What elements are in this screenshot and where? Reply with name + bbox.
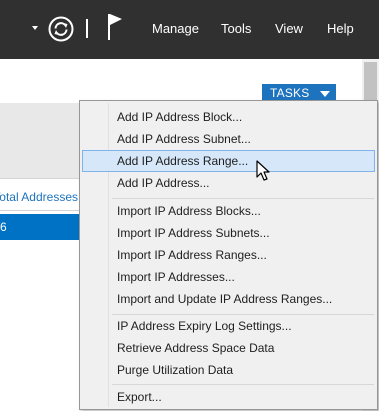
menu-item-add-ip-address-subnet[interactable]: Add IP Address Subnet... [82,128,375,150]
menu-item-retrieve-address-space-data[interactable]: Retrieve Address Space Data [82,337,375,359]
menu-item-import-ip-address-ranges[interactable]: Import IP Address Ranges... [82,244,375,266]
header-divider [0,210,80,211]
table-row[interactable]: 6 [0,214,80,240]
column-header-label: Total Addresses [0,190,78,204]
menu-item-label: IP Address Expiry Log Settings... [117,319,292,333]
menu-separator [112,384,374,385]
menu-item-label: Add IP Address Subnet... [117,132,251,146]
cell-total-addresses: 6 [0,220,7,234]
menu-tools[interactable]: Tools [221,21,251,36]
menu-item-add-ip-address-block[interactable]: Add IP Address Block... [82,106,375,128]
dropdown-arrow-icon[interactable] [32,26,38,30]
menu-help[interactable]: Help [327,21,354,36]
menu-separator [112,198,374,199]
menu-item-add-ip-address-range[interactable]: Add IP Address Range... [82,150,375,172]
menu-item-import-ip-address-subnets[interactable]: Import IP Address Subnets... [82,222,375,244]
menu-item-label: Purge Utilization Data [117,363,234,377]
menu-view[interactable]: View [275,21,303,36]
menu-item-label: Add IP Address Range... [117,154,249,168]
menu-item-export[interactable]: Export... [82,386,375,408]
context-menu: Add IP Address Block... Add IP Address S… [79,100,378,410]
menu-item-label: Add IP Address... [117,176,210,190]
menu-item-ip-address-expiry-log-settings[interactable]: IP Address Expiry Log Settings... [82,315,375,337]
filter-band [0,103,80,179]
menu-item-import-ip-address-blocks[interactable]: Import IP Address Blocks... [82,200,375,222]
chevron-down-icon [320,91,330,97]
menu-item-purge-utilization-data[interactable]: Purge Utilization Data [82,359,375,381]
menu-manage[interactable]: Manage [152,21,199,36]
menu-item-label: Import IP Address Subnets... [117,226,270,240]
column-header-total-addresses[interactable]: Total Addresses [0,190,78,204]
menu-item-label: Add IP Address Block... [117,110,243,124]
menu-item-import-ip-addresses[interactable]: Import IP Addresses... [82,266,375,288]
menu-item-import-and-update-ranges[interactable]: Import and Update IP Address Ranges... [82,288,375,310]
menu-item-add-ip-address[interactable]: Add IP Address... [82,172,375,194]
mouse-cursor-icon [256,160,270,181]
menu-item-label: Import IP Address Blocks... [117,204,261,218]
refresh-icon[interactable] [48,16,74,42]
flag-icon[interactable] [106,13,128,41]
menu-item-label: Retrieve Address Space Data [117,341,275,355]
menu-item-label: Import IP Address Ranges... [117,248,267,262]
toolbar-separator [86,19,88,38]
menu-item-label: Import and Update IP Address Ranges... [117,292,333,306]
tasks-label: TASKS [270,86,310,100]
menu-item-label: Export... [117,390,162,404]
menu-item-label: Import IP Addresses... [117,270,235,284]
title-bar: Manage Tools View Help [0,0,379,59]
